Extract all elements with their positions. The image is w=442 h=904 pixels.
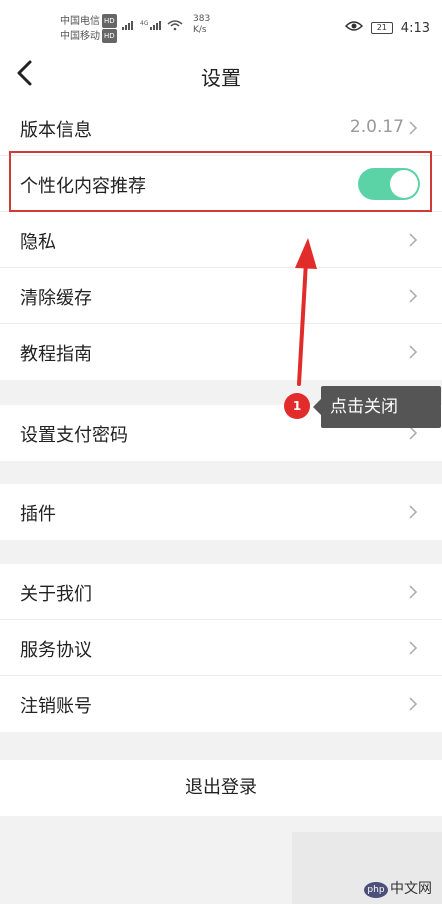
privacy-row[interactable]: 隐私 — [0, 212, 442, 268]
carrier-info: 中国电信 HD 中国移动 HD — [60, 14, 117, 44]
annotation-arrow — [295, 238, 317, 386]
settings-group-4: 关于我们 服务协议 注销账号 — [0, 564, 442, 732]
chevron-right-icon — [409, 585, 418, 599]
network-speed: 383 K/s — [193, 14, 210, 36]
service-agreement-row[interactable]: 服务协议 — [0, 620, 442, 676]
about-us-row[interactable]: 关于我们 — [0, 564, 442, 620]
version-info-row[interactable]: 版本信息 2.0.17 — [0, 100, 442, 156]
carrier-2: 中国移动 — [60, 31, 100, 42]
logout-button[interactable]: 退出登录 — [0, 760, 442, 816]
signal-label: 4G — [140, 20, 149, 27]
settings-group-1: 版本信息 2.0.17 个性化内容推荐 隐私 清除缓存 教程指南 — [0, 100, 442, 380]
row-label: 服务协议 — [20, 640, 92, 661]
chevron-right-icon — [409, 289, 418, 303]
row-label: 注销账号 — [20, 696, 92, 717]
speed-unit: K/s — [193, 25, 207, 35]
signal-icon: 4G — [120, 19, 186, 34]
chevron-right-icon — [409, 505, 418, 519]
chevron-right-icon — [409, 697, 418, 711]
row-label: 隐私 — [20, 232, 56, 253]
instruction-tooltip: 点击关闭 — [313, 386, 441, 428]
hd-badge: HD — [102, 14, 117, 28]
plugins-row[interactable]: 插件 — [0, 484, 442, 540]
settings-screen: 中国电信 HD 中国移动 HD 4G 383 K/s 21 4:13 设置 版本… — [0, 0, 442, 904]
delete-account-row[interactable]: 注销账号 — [0, 676, 442, 732]
clear-cache-row[interactable]: 清除缓存 — [0, 268, 442, 324]
chevron-right-icon — [409, 121, 418, 135]
status-bar: 中国电信 HD 中国移动 HD 4G 383 K/s 21 4:13 — [0, 0, 442, 48]
php-logo: php — [364, 882, 388, 898]
settings-group-3: 插件 — [0, 484, 442, 540]
speed-value: 383 — [193, 14, 211, 24]
row-label: 版本信息 — [20, 120, 92, 141]
chevron-right-icon — [409, 233, 418, 247]
battery-icon: 21 — [370, 22, 393, 34]
title-bar: 设置 — [0, 48, 442, 100]
row-label: 清除缓存 — [20, 288, 92, 309]
carrier-1: 中国电信 — [60, 16, 100, 27]
watermark: php 中文网 — [292, 832, 442, 904]
highlight-box — [9, 151, 432, 212]
row-label: 插件 — [20, 504, 56, 525]
tutorial-guide-row[interactable]: 教程指南 — [0, 324, 442, 380]
watermark-text: 中文网 — [390, 881, 432, 897]
step-badge: 1 — [284, 393, 310, 419]
chevron-right-icon — [409, 345, 418, 359]
clock: 4:13 — [400, 20, 430, 36]
eye-icon — [344, 20, 363, 36]
status-right: 21 4:13 — [344, 20, 430, 36]
hd-badge: HD — [102, 29, 117, 43]
chevron-right-icon — [409, 641, 418, 655]
version-value: 2.0.17 — [349, 117, 404, 137]
row-label: 设置支付密码 — [20, 425, 128, 446]
row-label: 关于我们 — [20, 584, 92, 605]
page-title: 设置 — [201, 66, 241, 90]
row-label: 教程指南 — [20, 344, 92, 365]
